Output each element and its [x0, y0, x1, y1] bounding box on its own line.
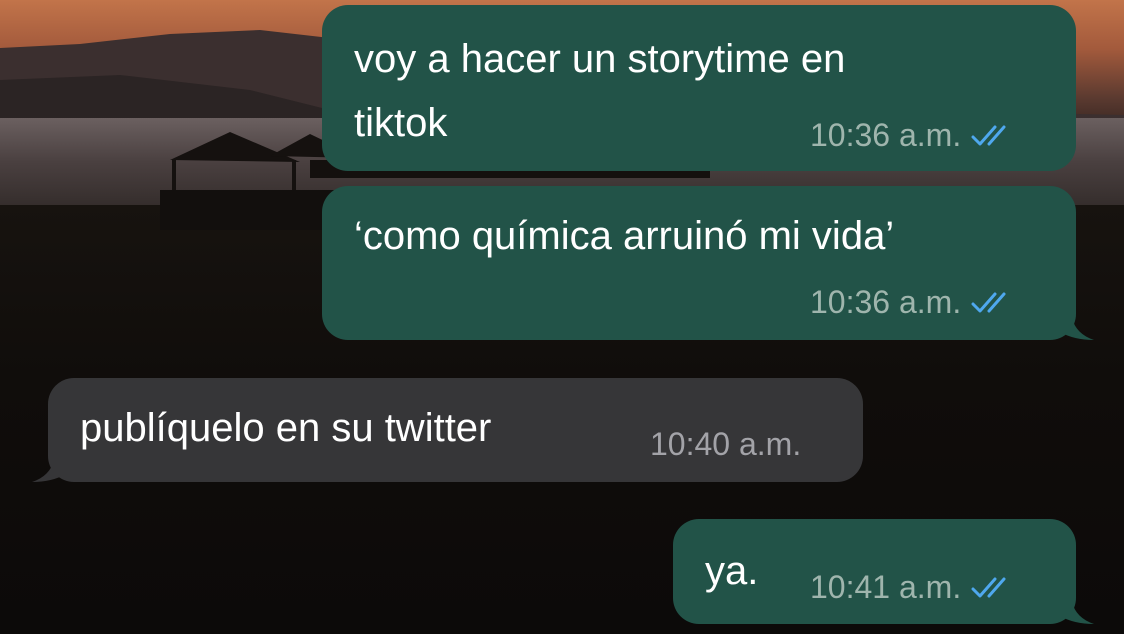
double-check-read-icon	[971, 125, 1006, 145]
incoming-message-bubble[interactable]: publíquelo en su twitter 10:40 a.m.	[48, 378, 863, 482]
message-timestamp: 10:41 a.m.	[810, 569, 962, 605]
message-timestamp: 10:36 a.m.	[810, 284, 962, 320]
message-timestamp: 10:40 a.m.	[650, 426, 802, 462]
double-check-read-icon	[971, 577, 1006, 597]
message-meta: 10:40 a.m.	[650, 426, 801, 463]
message-meta: 10:36 a.m.	[810, 284, 1015, 321]
outgoing-message-bubble[interactable]: voy a hacer un storytime en tiktok 10:36…	[322, 5, 1076, 171]
double-check-read-icon	[971, 292, 1006, 312]
incoming-bubble-tail	[32, 460, 66, 482]
outgoing-bubble-tail	[1060, 602, 1094, 624]
message-text: ‘como química arruinó mi vida’	[354, 214, 895, 258]
message-timestamp: 10:36 a.m.	[810, 117, 962, 153]
outgoing-message-bubble[interactable]: ya. 10:41 a.m.	[673, 519, 1076, 624]
outgoing-bubble-tail	[1060, 318, 1094, 340]
message-meta: 10:36 a.m.	[810, 117, 1015, 154]
message-text-line: tiktok	[354, 101, 448, 145]
message-text: ya.	[705, 549, 759, 593]
message-text: voy a hacer un storytime en tiktok	[354, 27, 845, 155]
outgoing-message-bubble[interactable]: ‘como química arruinó mi vida’ 10:36 a.m…	[322, 186, 1076, 340]
message-text-line: voy a hacer un storytime en	[354, 37, 846, 81]
message-text: publíquelo en su twitter	[80, 406, 492, 450]
message-meta: 10:41 a.m.	[810, 569, 1015, 606]
